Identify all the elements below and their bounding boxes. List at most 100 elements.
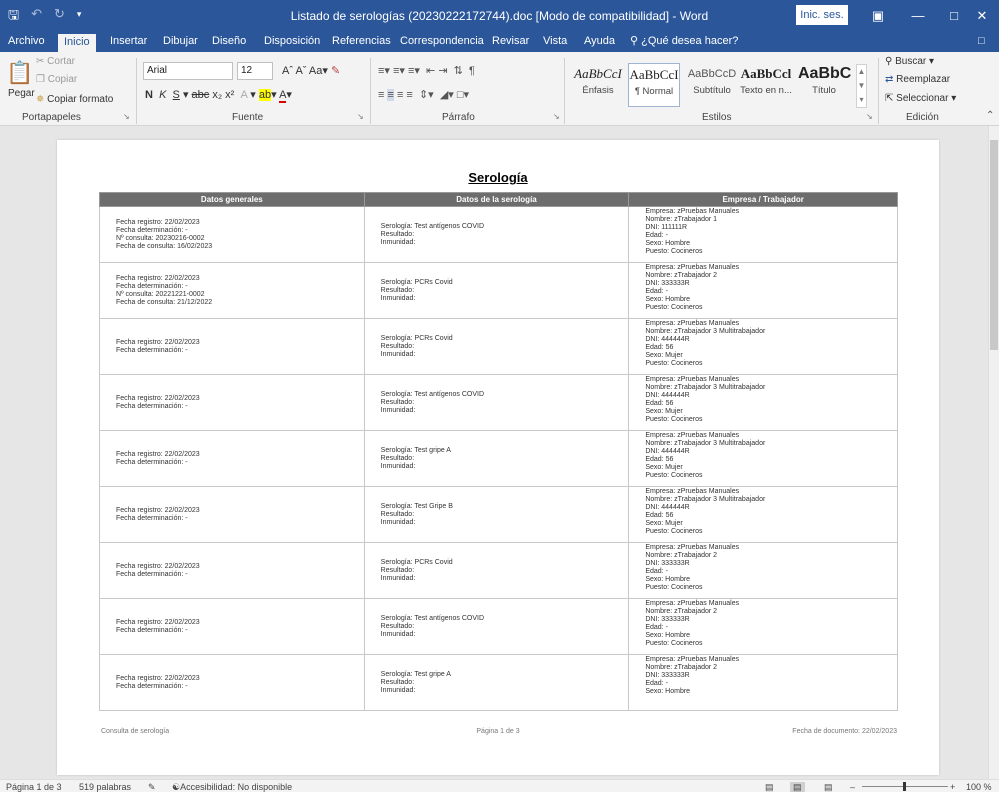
style-texto-en-negrita[interactable]: AaBbCcl Texto en n... — [740, 63, 792, 107]
comments-icon[interactable]: □ — [972, 33, 991, 52]
cell-serology: Serología: Test antígenos COVID Resultado… — [363, 206, 630, 263]
copy-label: Copiar — [47, 74, 78, 85]
tab-insertar[interactable]: Insertar — [104, 33, 153, 52]
table-row: Fecha registro: 22/02/2023 Fecha determin… — [99, 542, 898, 599]
cell-line: Resultado: — [380, 622, 415, 630]
cell-line: Empresa: zPruebas Manuales — [645, 376, 740, 383]
cell-line: Edad: - — [645, 288, 668, 295]
clipboard-launcher-icon[interactable]: ↘ — [123, 112, 130, 121]
cell-line: Edad: 56 — [645, 344, 674, 351]
cell-line: Fecha determinación: - — [116, 226, 188, 234]
cell-line: Fecha registro: 22/02/2023 — [116, 274, 200, 282]
font-name-combo[interactable]: Arial — [143, 62, 233, 80]
cell-line: Fecha determinación: - — [116, 626, 188, 634]
style-subtitulo[interactable]: AaBbCcD Subtítulo — [686, 63, 738, 107]
cell-line: Inmunidad: — [380, 574, 416, 582]
tell-me-box[interactable]: ⚲ ¿Qué desea hacer? — [624, 33, 744, 52]
tab-inicio[interactable]: Inicio — [58, 34, 96, 52]
cell-line: Inmunidad: — [380, 630, 416, 638]
tab-vista[interactable]: Vista — [537, 33, 573, 52]
cell-line: DNI: 444444R — [645, 448, 690, 455]
tab-correspondencia[interactable]: Correspondencia — [394, 33, 490, 52]
paste-button[interactable]: Pegar — [8, 88, 35, 99]
zoom-slider-thumb[interactable] — [903, 782, 906, 791]
format-painter-label: Copiar formato — [47, 94, 114, 105]
cell-line: Sexo: Mujer — [645, 408, 683, 415]
read-mode-icon[interactable]: ▤ — [765, 782, 774, 792]
serology-table: Datos generales Datos de la serología Em… — [99, 192, 898, 711]
tab-archivo[interactable]: Archivo — [2, 33, 51, 52]
cell-line: Fecha determinación: - — [116, 514, 188, 522]
cell-line: Inmunidad: — [380, 294, 416, 302]
cell-line: Resultado: — [380, 678, 415, 686]
font-size-tools-icon[interactable]: Aˆ Aˇ Aa▾ ✎ — [282, 64, 340, 77]
cell-line: DNI: 333333R — [645, 672, 690, 679]
cell-line: Resultado: — [380, 398, 415, 406]
cell-line: Sexo: Mujer — [645, 520, 683, 527]
cell-company: Empresa: zPruebas Manuales Nombre: zTraba… — [628, 430, 898, 487]
cell-company: Empresa: zPruebas Manuales Nombre: zTraba… — [628, 654, 898, 711]
cell-line: Puesto: Cocineros — [645, 640, 703, 647]
style-name: Subtítulo — [693, 85, 731, 96]
select-button[interactable]: ⇱ Seleccionar ▾ — [885, 93, 956, 104]
list-buttons-icon[interactable]: ≡▾ ≡▾ ≡▾ ⇤ ⇥ ⇅ ¶ — [378, 64, 475, 77]
font-size-combo[interactable]: 12 — [237, 62, 273, 80]
accessibility-status[interactable]: ☯Accesibilidad: No disponible — [172, 782, 292, 792]
cell-line: Sexo: Hombre — [645, 296, 691, 303]
cell-general: Fecha registro: 22/02/2023 Fecha determin… — [99, 654, 365, 711]
web-layout-icon[interactable]: ▤ — [824, 782, 833, 792]
style-normal[interactable]: AaBbCcI ¶ Normal — [628, 63, 680, 107]
find-button[interactable]: ⚲ Buscar ▾ — [885, 56, 934, 67]
cell-line: Fecha determinación: - — [116, 402, 188, 410]
replace-button[interactable]: ⇄ Reemplazar — [885, 74, 950, 85]
style-enfasis[interactable]: AaBbCcI Énfasis — [572, 63, 624, 107]
cell-line: Nº consulta: 20221221-0002 — [116, 290, 205, 298]
cell-line: Serología: Test antígenos COVID — [380, 390, 485, 398]
font-format-buttons-icon[interactable]: N K S ▾ abc x₂ x² A ▾ ab▾ A▾ — [145, 88, 292, 103]
cell-line: Fecha determinación: - — [116, 346, 188, 354]
tab-revisar[interactable]: Revisar — [486, 33, 535, 52]
sign-in-button[interactable]: Inic. ses. — [796, 5, 848, 25]
styles-launcher-icon[interactable]: ↘ — [866, 112, 873, 121]
styles-scroll-icon[interactable]: ▲ ▼ ▾ — [856, 64, 867, 108]
cell-company: Empresa: zPruebas Manuales Nombre: zTraba… — [628, 374, 898, 431]
cell-line: Fecha registro: 22/02/2023 — [116, 674, 200, 682]
collapse-ribbon-icon[interactable]: ⌃ — [986, 110, 994, 121]
cell-line: Fecha determinación: - — [116, 682, 188, 690]
tab-diseno[interactable]: Diseño — [206, 33, 252, 52]
paragraph-launcher-icon[interactable]: ↘ — [553, 112, 560, 121]
table-row: Fecha registro: 22/02/2023 Fecha determin… — [99, 262, 898, 319]
cell-line: Edad: - — [645, 232, 668, 239]
alignment-buttons-icon[interactable]: ≡ ≡ ≡ ≡ ⇕▾ ◢▾ □▾ — [378, 88, 469, 101]
cell-line: Edad: 56 — [645, 512, 674, 519]
document-page[interactable]: Serología Datos generales Datos de la se… — [57, 140, 939, 775]
word-count[interactable]: 519 palabras — [79, 782, 131, 792]
cell-line: Resultado: — [380, 510, 415, 518]
proofing-icon[interactable]: ✎ — [148, 782, 156, 792]
cell-line: Edad: 56 — [645, 400, 674, 407]
paste-icon[interactable]: 📋 — [6, 60, 33, 86]
font-launcher-icon[interactable]: ↘ — [357, 112, 364, 121]
print-layout-icon[interactable]: ▤ — [790, 782, 805, 792]
zoom-out-icon[interactable]: – — [850, 782, 855, 792]
scrollbar-thumb[interactable] — [990, 140, 998, 350]
zoom-level[interactable]: 100 % — [966, 782, 992, 792]
page-count[interactable]: Página 1 de 3 — [6, 782, 62, 792]
vertical-scrollbar[interactable] — [988, 126, 999, 779]
tab-referencias[interactable]: Referencias — [326, 33, 397, 52]
tab-ayuda[interactable]: Ayuda — [578, 33, 621, 52]
cell-line: Nombre: zTrabajador 3 Multitrabajador — [645, 496, 766, 503]
tab-dibujar[interactable]: Dibujar — [157, 33, 204, 52]
cell-line: Edad: - — [645, 568, 668, 575]
close-button[interactable]: ✕ — [959, 0, 999, 31]
cut-button[interactable]: ✂ Cortar — [36, 56, 75, 67]
style-titulo[interactable]: AaBbC Título — [798, 63, 851, 107]
format-painter-button[interactable]: ✵ Copiar formato — [36, 94, 113, 105]
tab-disposicion[interactable]: Disposición — [258, 33, 326, 52]
cell-line: Edad: 56 — [645, 456, 674, 463]
cell-line: Puesto: Cocineros — [645, 472, 703, 479]
column-header-company: Empresa / Trabajador — [628, 192, 898, 207]
copy-button[interactable]: ❐ Copiar — [36, 74, 77, 85]
style-name: Énfasis — [582, 85, 614, 96]
zoom-in-icon[interactable]: + — [950, 782, 955, 792]
